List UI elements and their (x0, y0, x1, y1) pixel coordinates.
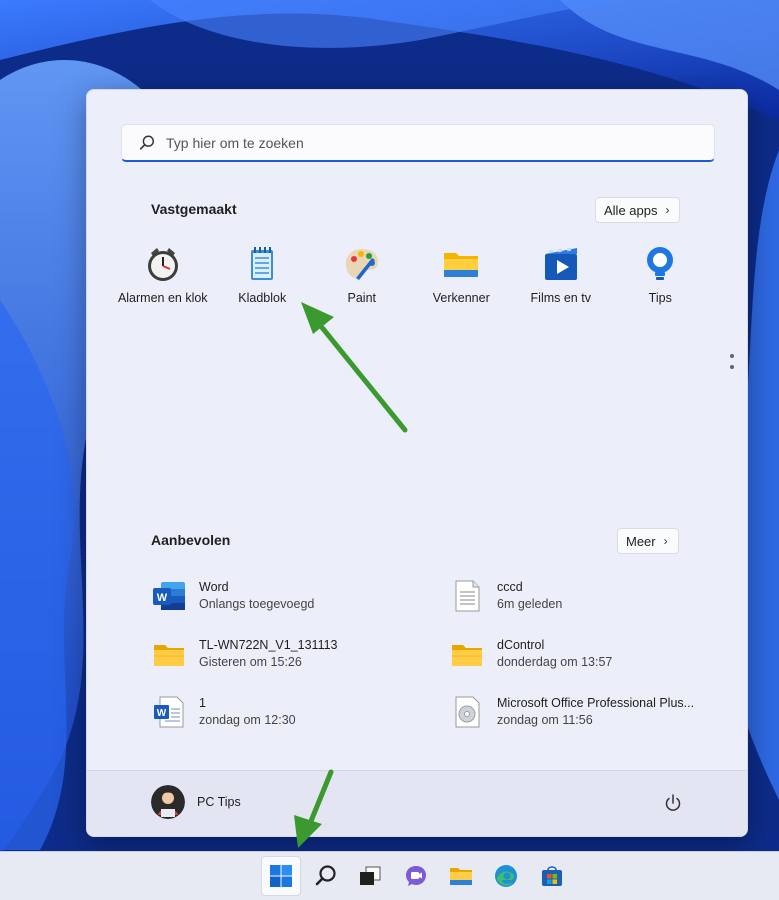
search-icon (139, 135, 155, 150)
pinned-app-label: Tips (648, 291, 672, 305)
task-view-icon (360, 866, 381, 885)
pinned-app-tips[interactable]: Tips (611, 240, 711, 310)
pinned-apps-grid: Alarmen en klok Kladblok Paint Verkenner… (113, 240, 723, 310)
paint-palette-icon (345, 249, 378, 280)
start-menu-footer: PC Tips (87, 770, 747, 836)
more-label: Meer (626, 533, 656, 549)
recommended-item-subtitle: Onlangs toegevoegd (199, 597, 315, 611)
user-account-button[interactable]: PC Tips (151, 785, 241, 819)
films-tv-icon (544, 247, 577, 280)
recommended-item-name: TL-WN722N_V1_131113 (199, 638, 338, 652)
recommended-item-subtitle: Gisteren om 15:26 (199, 655, 302, 669)
svg-text:W: W (157, 708, 167, 719)
taskbar-task-view-button[interactable] (350, 856, 390, 896)
pinned-app-paint[interactable]: Paint (312, 240, 412, 310)
recommended-item-1[interactable]: W 1 zondag om 12:30 (151, 690, 431, 734)
pinned-section-title: Vastgemaakt (151, 201, 237, 217)
chevron-right-icon: › (663, 534, 668, 548)
taskbar-store-button[interactable] (532, 856, 572, 896)
pinned-page-indicator[interactable] (729, 354, 735, 376)
recommended-item-subtitle: zondag om 11:56 (497, 713, 593, 727)
recommended-item-cccd[interactable]: cccd 6m geleden (449, 574, 729, 618)
file-explorer-icon (450, 868, 472, 885)
folder-icon (154, 645, 184, 666)
recommended-item-tl-wn722n[interactable]: TL-WN722N_V1_131113 Gisteren om 15:26 (151, 632, 431, 676)
pinned-app-label: Films en tv (530, 291, 591, 305)
taskbar-search-button[interactable] (306, 856, 346, 896)
edge-browser-icon (495, 865, 517, 887)
file-explorer-folder-icon (444, 253, 479, 277)
text-file-icon (455, 580, 480, 612)
start-menu: Vastgemaakt Alle apps › Alarmen en klok (86, 89, 748, 837)
all-apps-button[interactable]: Alle apps › (595, 197, 681, 223)
microsoft-store-icon (542, 866, 562, 886)
recommended-item-subtitle: 6m geleden (497, 597, 563, 611)
pinned-app-label: Paint (347, 291, 377, 305)
disc-image-file-icon (455, 696, 480, 728)
pinned-app-label: Verkenner (432, 291, 490, 305)
start-icon (270, 865, 292, 887)
recommended-item-subtitle: donderdag om 13:57 (497, 655, 613, 669)
word-document-icon: W (154, 696, 184, 728)
pinned-app-films-en-tv[interactable]: Films en tv (511, 240, 611, 310)
search-icon (315, 865, 336, 886)
recommended-section-title: Aanbevolen (151, 532, 231, 548)
recommended-item-name: Word (199, 580, 229, 594)
more-button[interactable]: Meer › (617, 528, 679, 554)
all-apps-label: Alle apps (604, 202, 658, 218)
recommended-item-name: Microsoft Office Professional Plus... (497, 696, 695, 710)
pinned-app-label: Kladblok (238, 291, 287, 305)
word-app-icon: W (153, 582, 185, 610)
alarm-clock-icon (147, 248, 178, 281)
taskbar-chat-button[interactable] (396, 856, 436, 896)
pinned-app-kladblok[interactable]: Kladblok (213, 240, 313, 310)
pinned-app-alarmen-en-klok[interactable]: Alarmen en klok (113, 240, 213, 310)
pinned-app-label: Alarmen en klok (117, 291, 208, 305)
chevron-right-icon: › (665, 203, 670, 217)
search-box[interactable] (121, 124, 715, 162)
pinned-app-verkenner[interactable]: Verkenner (412, 240, 512, 310)
recommended-item-dcontrol[interactable]: dControl donderdag om 13:57 (449, 632, 729, 676)
search-input[interactable] (166, 134, 666, 151)
recommended-item-office[interactable]: Microsoft Office Professional Plus... zo… (449, 690, 729, 734)
taskbar-file-explorer-button[interactable] (441, 856, 481, 896)
power-icon[interactable] (663, 793, 683, 813)
recommended-item-name: 1 (199, 696, 206, 710)
recommended-item-name: cccd (497, 580, 523, 594)
recommended-item-subtitle: zondag om 12:30 (199, 713, 296, 727)
tips-lightbulb-icon (647, 247, 674, 280)
teams-chat-icon (406, 866, 426, 886)
notepad-icon (251, 247, 274, 280)
taskbar-edge-button[interactable] (486, 856, 526, 896)
avatar (151, 785, 185, 819)
taskbar (0, 851, 779, 900)
folder-icon (452, 645, 482, 666)
user-name: PC Tips (197, 795, 241, 809)
recommended-item-word[interactable]: W Word Onlangs toegevoegd (151, 574, 431, 618)
recommended-item-name: dControl (497, 638, 545, 652)
svg-text:W: W (157, 592, 168, 604)
taskbar-start-button[interactable] (261, 856, 301, 896)
